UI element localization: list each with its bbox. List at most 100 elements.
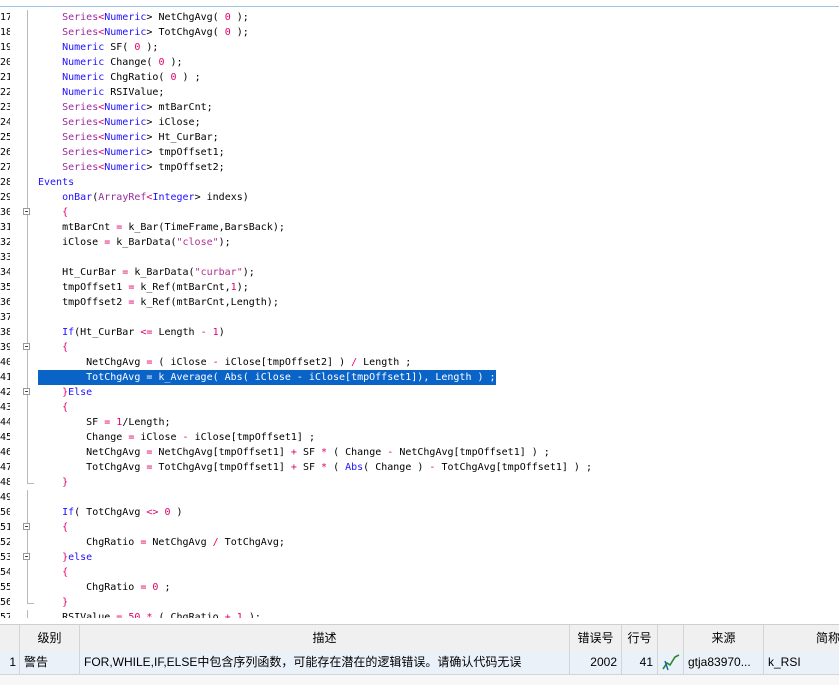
code-line[interactable]: 40 NetChgAvg = ( iClose - iClose[tmpOffs… (0, 355, 839, 370)
code-line[interactable]: 25 Series<Numeric> Ht_CurBar; (0, 130, 839, 145)
fold-guide (27, 265, 28, 280)
selected-code-text: TotChgAvg = k_Average( Abs( iClose - iCl… (38, 370, 496, 385)
code-line[interactable]: 39 { (0, 340, 839, 355)
line-number: 18 (0, 27, 10, 38)
code-line[interactable]: 22 Numeric RSIValue; (0, 85, 839, 100)
code-line[interactable]: 37 (0, 310, 839, 325)
code-line[interactable]: 46 NetChgAvg = NetChgAvg[tmpOffset1] + S… (0, 445, 839, 460)
fold-guide (27, 415, 28, 430)
code-line[interactable]: 24 Series<Numeric> iClose; (0, 115, 839, 130)
header-level[interactable]: 级别 (20, 625, 80, 651)
fold-collapse-icon[interactable] (23, 208, 30, 215)
line-number: 17 (0, 12, 10, 23)
code-line[interactable]: 43 { (0, 400, 839, 415)
line-number: 20 (0, 57, 10, 68)
code-line[interactable]: 50 If( TotChgAvg <> 0 ) (0, 505, 839, 520)
code-text: Series<Numeric> TotChgAvg( 0 ); (62, 27, 249, 38)
header-description[interactable]: 描述 (80, 625, 570, 651)
code-line[interactable]: 56 } (0, 595, 839, 610)
line-number: 34 (0, 267, 10, 278)
code-line[interactable]: 51 { (0, 520, 839, 535)
code-line[interactable]: 26 Series<Numeric> tmpOffset1; (0, 145, 839, 160)
code-line[interactable]: 57 RSIValue = 50 * ( ChgRatio + 1 ); (0, 610, 839, 618)
fold-end-guide (27, 595, 34, 604)
fold-collapse-icon[interactable] (23, 523, 30, 530)
code-line[interactable]: 23 Series<Numeric> mtBarCnt; (0, 100, 839, 115)
header-icon[interactable] (658, 625, 684, 651)
code-text: mtBarCnt = k_Bar(TimeFrame,BarsBack); (38, 222, 285, 233)
line-number: 51 (0, 522, 10, 533)
line-number: 19 (0, 42, 10, 53)
error-row-error-no: 2002 (570, 651, 622, 674)
fold-guide (27, 610, 28, 618)
line-number: 54 (0, 567, 10, 578)
fold-guide (27, 580, 28, 595)
code-line[interactable]: 28 Events (0, 175, 839, 190)
code-line[interactable]: 55 ChgRatio = 0 ; (0, 580, 839, 595)
fold-collapse-icon[interactable] (23, 388, 30, 395)
code-line[interactable]: 52 ChgRatio = NetChgAvg / TotChgAvg; (0, 535, 839, 550)
code-line[interactable]: 48 } (0, 475, 839, 490)
error-row[interactable]: 1 警告 FOR,WHILE,IF,ELSE中包含序列函数，可能存在潜在的逻辑错… (0, 651, 839, 675)
code-line[interactable]: 35 tmpOffset1 = k_Ref(mtBarCnt,1); (0, 280, 839, 295)
code-text: If( TotChgAvg <> 0 ) (62, 507, 183, 518)
code-text: Series<Numeric> tmpOffset2; (62, 162, 225, 173)
header-source[interactable]: 来源 (684, 625, 764, 651)
line-number: 42 (0, 387, 10, 398)
code-line[interactable]: 44 SF = 1/Length; (0, 415, 839, 430)
code-text: } (62, 597, 69, 608)
line-number: 41 (0, 372, 10, 383)
code-text: Series<Numeric> tmpOffset1; (62, 147, 225, 158)
code-text: Series<Numeric> Ht_CurBar; (62, 132, 219, 143)
code-text: onBar(ArrayRef<Integer> indexs) (62, 192, 249, 203)
code-text: } (62, 477, 69, 488)
line-number: 48 (0, 477, 10, 488)
code-text: { (62, 567, 69, 578)
code-line[interactable]: 49 (0, 490, 839, 505)
code-line[interactable]: 33 (0, 250, 839, 265)
code-line[interactable]: 45 Change = iClose - iClose[tmpOffset1] … (0, 430, 839, 445)
code-line[interactable]: 17 Series<Numeric> NetChgAvg( 0 ); (0, 10, 839, 25)
line-number: 33 (0, 252, 10, 263)
code-line[interactable]: 32 iClose = k_BarData("close"); (0, 235, 839, 250)
code-line[interactable]: 18 Series<Numeric> TotChgAvg( 0 ); (0, 25, 839, 40)
header-line-no[interactable]: 行号 (622, 625, 658, 651)
code-line[interactable]: 38 If(Ht_CurBar <= Length - 1) (0, 325, 839, 340)
line-number: 37 (0, 312, 10, 323)
header-short-name[interactable]: 简称 (764, 625, 839, 651)
code-line[interactable]: 36 tmpOffset2 = k_Ref(mtBarCnt,Length); (0, 295, 839, 310)
code-line[interactable]: 31 mtBarCnt = k_Bar(TimeFrame,BarsBack); (0, 220, 839, 235)
fold-guide (27, 505, 28, 520)
code-line[interactable]: 47 TotChgAvg = TotChgAvg[tmpOffset1] + S… (0, 460, 839, 475)
line-number: 40 (0, 357, 10, 368)
fold-guide (27, 250, 28, 265)
line-number: 30 (0, 207, 10, 218)
code-line[interactable]: 30 { (0, 205, 839, 220)
code-line[interactable]: 41 TotChgAvg = k_Average( Abs( iClose - … (0, 370, 839, 385)
code-line[interactable]: 34 Ht_CurBar = k_BarData("curbar"); (0, 265, 839, 280)
fold-guide (27, 115, 28, 130)
header-error-no[interactable]: 错误号 (570, 625, 622, 651)
code-line[interactable]: 29 onBar(ArrayRef<Integer> indexs) (0, 190, 839, 205)
fold-guide (27, 85, 28, 100)
fold-guide (27, 535, 28, 550)
line-number: 24 (0, 117, 10, 128)
code-editor[interactable]: 17 Series<Numeric> NetChgAvg( 0 ); 18 Ser… (0, 7, 839, 618)
error-row-index: 1 (0, 651, 20, 674)
fold-collapse-icon[interactable] (23, 343, 30, 350)
code-text: Series<Numeric> NetChgAvg( 0 ); (62, 12, 249, 23)
code-line[interactable]: 19 Numeric SF( 0 ); (0, 40, 839, 55)
fold-guide (27, 70, 28, 85)
fold-guide (27, 295, 28, 310)
code-line[interactable]: 54 { (0, 565, 839, 580)
code-line[interactable]: 20 Numeric Change( 0 ); (0, 55, 839, 70)
fold-collapse-icon[interactable] (23, 553, 30, 560)
fold-guide (27, 10, 28, 25)
code-line[interactable]: 27 Series<Numeric> tmpOffset2; (0, 160, 839, 175)
fold-end-guide (27, 475, 34, 484)
code-line[interactable]: 42 }Else (0, 385, 839, 400)
code-line[interactable]: 53 }else (0, 550, 839, 565)
code-text: tmpOffset1 = k_Ref(mtBarCnt,1); (38, 282, 249, 293)
code-line[interactable]: 21 Numeric ChgRatio( 0 ) ; (0, 70, 839, 85)
fold-guide (27, 310, 28, 325)
